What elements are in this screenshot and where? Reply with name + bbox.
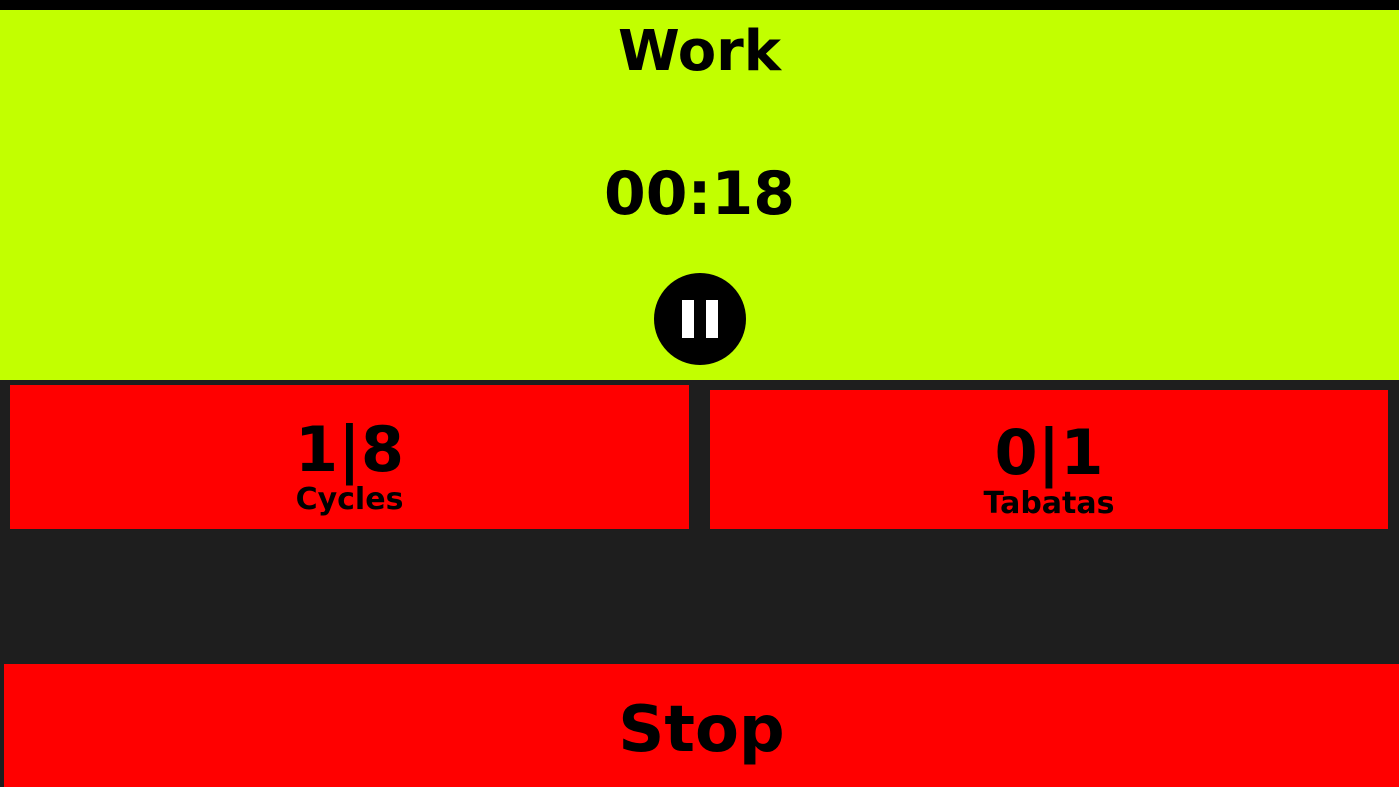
- tabatas-label: Tabatas: [983, 486, 1115, 521]
- countdown-timer: 00:18: [604, 159, 795, 229]
- pause-bar-left: [682, 300, 694, 338]
- cycles-label: Cycles: [295, 482, 404, 517]
- stop-label: Stop: [618, 693, 785, 767]
- pause-icon: [654, 273, 746, 365]
- top-strip: [0, 0, 1399, 10]
- phase-label: Work: [617, 19, 782, 84]
- phase-panel: Work 00:18: [0, 10, 1399, 380]
- tabatas-value: 0|1: [994, 416, 1104, 489]
- tabatas-counter: 0|1 Tabatas: [710, 390, 1388, 529]
- cycles-value: 1|8: [295, 413, 404, 486]
- pause-bar-right: [706, 300, 718, 338]
- stop-button[interactable]: Stop: [4, 664, 1399, 787]
- cycles-counter: 1|8 Cycles: [10, 385, 689, 529]
- tabata-timer-app: Work 00:18 1|8 Cycles 0|1 Tabatas Stop: [0, 0, 1399, 787]
- pause-button[interactable]: [654, 273, 746, 365]
